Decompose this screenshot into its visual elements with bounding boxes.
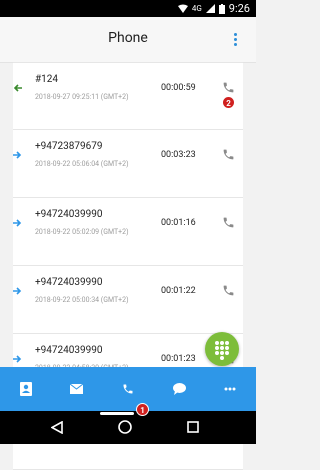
call-duration: 00:01:23: [161, 354, 196, 364]
home-icon[interactable]: [118, 420, 132, 434]
signal-icon: [205, 4, 215, 13]
contacts-icon: [19, 382, 32, 396]
tab-chat[interactable]: [154, 367, 205, 411]
call-log-item[interactable]: +94723879679 2018-09-22 05:06:04 (GMT+2) 0…: [13, 130, 243, 198]
overflow-menu-icon[interactable]: [230, 29, 240, 49]
app-bar: Phone: [0, 17, 256, 63]
phone-icon: [123, 384, 133, 394]
system-nav-bar: [0, 411, 256, 444]
mail-icon: [70, 384, 84, 394]
call-back-icon[interactable]: [222, 216, 235, 229]
caller-number: +94724039990: [35, 345, 103, 356]
call-datetime: 2018-09-22 05:00:34 (GMT+2): [35, 296, 129, 304]
incoming-call-arrow-icon: [13, 84, 22, 92]
battery-icon: [218, 3, 225, 14]
call-datetime: 2018-09-22 05:02:09 (GMT+2): [35, 228, 129, 236]
call-duration: 00:00:59: [161, 83, 196, 93]
outgoing-call-arrow-icon: [13, 355, 22, 363]
call-datetime: 2018-09-27 09:25:11 (GMT+2): [35, 93, 129, 101]
call-duration: 00:03:23: [161, 150, 196, 160]
clock: 9:26: [228, 2, 250, 15]
caller-number: +94723879679: [35, 141, 103, 152]
tab-contacts[interactable]: [0, 367, 51, 411]
home-indicator: [100, 412, 134, 415]
call-log-item[interactable]: +94724039990 2018-09-22 05:00:34 (GMT+2) 0…: [13, 266, 243, 334]
call-log-item[interactable]: +94724039990 2018-09-22 05:02:09 (GMT+2) 0…: [13, 198, 243, 266]
dialpad-icon: [215, 341, 229, 360]
network-type: 4G: [191, 4, 202, 13]
chat-icon: [172, 383, 186, 395]
outgoing-call-arrow-icon: [13, 287, 22, 295]
call-back-icon[interactable]: [222, 148, 235, 161]
outgoing-call-arrow-icon: [13, 219, 22, 227]
call-back-icon[interactable]: [222, 81, 235, 94]
dialpad-button[interactable]: [205, 332, 239, 366]
recents-icon[interactable]: [187, 421, 199, 433]
tab-more[interactable]: [205, 367, 256, 411]
call-datetime: 2018-09-22 05:06:04 (GMT+2): [35, 160, 129, 168]
caller-number: +94724039990: [35, 277, 103, 288]
more-icon: [224, 387, 236, 391]
tab-mail[interactable]: [51, 367, 102, 411]
call-log-item[interactable]: #124 2018-09-27 09:25:11 (GMT+2) 00:00:59: [13, 62, 243, 130]
nav-notification-badge: 1: [136, 403, 149, 416]
caller-number: +94724039990: [35, 209, 103, 220]
outgoing-call-arrow-icon: [13, 151, 22, 159]
call-back-icon[interactable]: [222, 284, 235, 297]
back-icon[interactable]: [51, 421, 63, 434]
bottom-tab-bar: [0, 367, 256, 411]
call-duration: 00:01:22: [161, 286, 196, 296]
page-title: Phone: [108, 30, 148, 46]
call-notification-badge: 2: [222, 96, 235, 109]
call-duration: 00:01:16: [161, 218, 196, 228]
wifi-icon: [177, 4, 188, 13]
caller-number: #124: [35, 74, 59, 85]
status-bar: 4G 9:26: [0, 0, 256, 17]
